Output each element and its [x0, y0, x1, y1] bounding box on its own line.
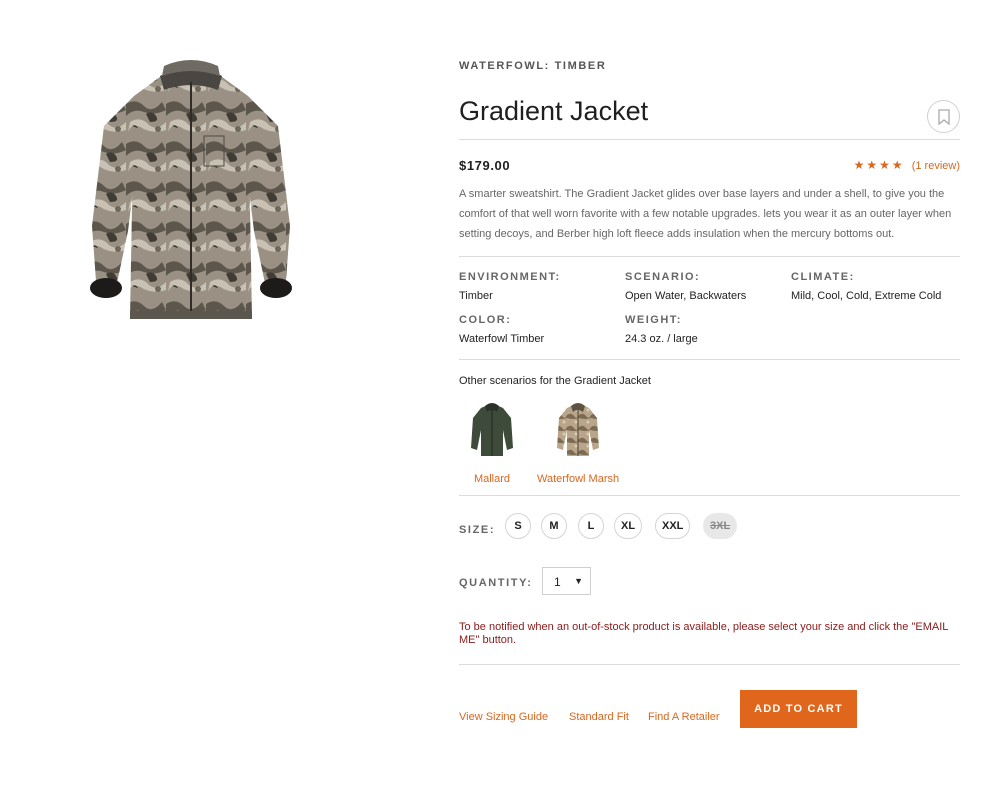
product-description: A smarter sweatshirt. The Gradient Jacke…	[459, 184, 960, 257]
standard-fit-link[interactable]: Standard Fit	[569, 711, 629, 723]
spec-value: 24.3 oz. / large	[625, 333, 698, 345]
product-specs: ENVIRONMENT: Timber SCENARIO: Open Water…	[459, 257, 960, 360]
size-option-3xl-unavailable[interactable]: 3XL	[703, 513, 738, 539]
spec-weight: WEIGHT: 24.3 oz. / large	[625, 314, 791, 345]
size-label: SIZE:	[459, 524, 496, 536]
spec-label: WEIGHT:	[625, 314, 682, 326]
product-rating: ★★★★ (1 review)	[854, 158, 960, 172]
other-scenarios: Other scenarios for the Gradient Jacket …	[459, 360, 960, 496]
price-row: $179.00 ★★★★ (1 review)	[459, 140, 960, 180]
wishlist-button[interactable]	[927, 100, 960, 133]
spec-value: Waterfowl Timber	[459, 333, 545, 345]
green-jacket-thumbnail	[471, 403, 513, 456]
product-category: WATERFOWL: TIMBER	[459, 60, 607, 72]
jacket-image	[90, 60, 292, 319]
size-option-m[interactable]: M	[541, 513, 567, 539]
spec-label: CLIMATE:	[791, 271, 855, 283]
spec-environment: ENVIRONMENT: Timber	[459, 271, 625, 302]
spec-label: ENVIRONMENT:	[459, 271, 561, 283]
sizing-guide-link[interactable]: View Sizing Guide	[459, 711, 548, 723]
spec-value: Open Water, Backwaters	[625, 290, 747, 302]
product-image[interactable]	[86, 56, 296, 336]
product-actions: View Sizing Guide Standard Fit Find A Re…	[459, 665, 960, 735]
quantity-select[interactable]: 1 ▼	[542, 567, 591, 595]
title-row: Gradient Jacket	[459, 72, 960, 140]
find-retailer-link[interactable]: Find A Retailer	[648, 711, 720, 723]
scenarios-heading: Other scenarios for the Gradient Jacket	[459, 375, 651, 387]
size-selector: SIZE: S M L XL XXL 3XL	[459, 496, 960, 560]
add-to-cart-button[interactable]: ADD TO CART	[740, 690, 857, 728]
chevron-down-icon: ▼	[574, 576, 583, 586]
quantity-row: QUANTITY: 1 ▼	[459, 560, 960, 610]
spec-value: Mild, Cool, Cold, Extreme Cold	[791, 290, 942, 302]
product-info: WATERFOWL: TIMBER Gradient Jacket $179.0…	[459, 58, 960, 735]
bookmark-icon	[938, 109, 950, 125]
size-option-xxl[interactable]: XXL	[655, 513, 691, 539]
scenario-waterfowl-marsh[interactable]: Waterfowl Marsh	[537, 400, 619, 485]
quantity-label: QUANTITY:	[459, 577, 533, 589]
scenario-label: Waterfowl Marsh	[537, 473, 620, 485]
spec-label: SCENARIO:	[625, 271, 701, 283]
marsh-camo-jacket-thumbnail	[557, 403, 600, 456]
scenario-label: Mallard	[473, 473, 511, 485]
star-rating-icon: ★★★★	[853, 158, 905, 172]
quantity-value: 1	[554, 575, 561, 589]
spec-scenario: SCENARIO: Open Water, Backwaters	[625, 271, 791, 302]
spec-label: COLOR:	[459, 314, 512, 326]
scenario-mallard[interactable]: Mallard	[469, 400, 515, 485]
spec-climate: CLIMATE: Mild, Cool, Cold, Extreme Cold	[791, 271, 960, 302]
stock-notice: To be notified when an out-of-stock prod…	[459, 610, 960, 665]
size-option-xl[interactable]: XL	[614, 513, 643, 539]
reviews-link[interactable]: (1 review)	[912, 160, 960, 172]
spec-value: Timber	[459, 290, 493, 302]
product-title: Gradient Jacket	[459, 96, 649, 126]
spec-color: COLOR: Waterfowl Timber	[459, 314, 625, 345]
size-option-l[interactable]: L	[578, 513, 604, 539]
product-price: $179.00	[459, 158, 511, 173]
size-option-s[interactable]: S	[505, 513, 531, 539]
